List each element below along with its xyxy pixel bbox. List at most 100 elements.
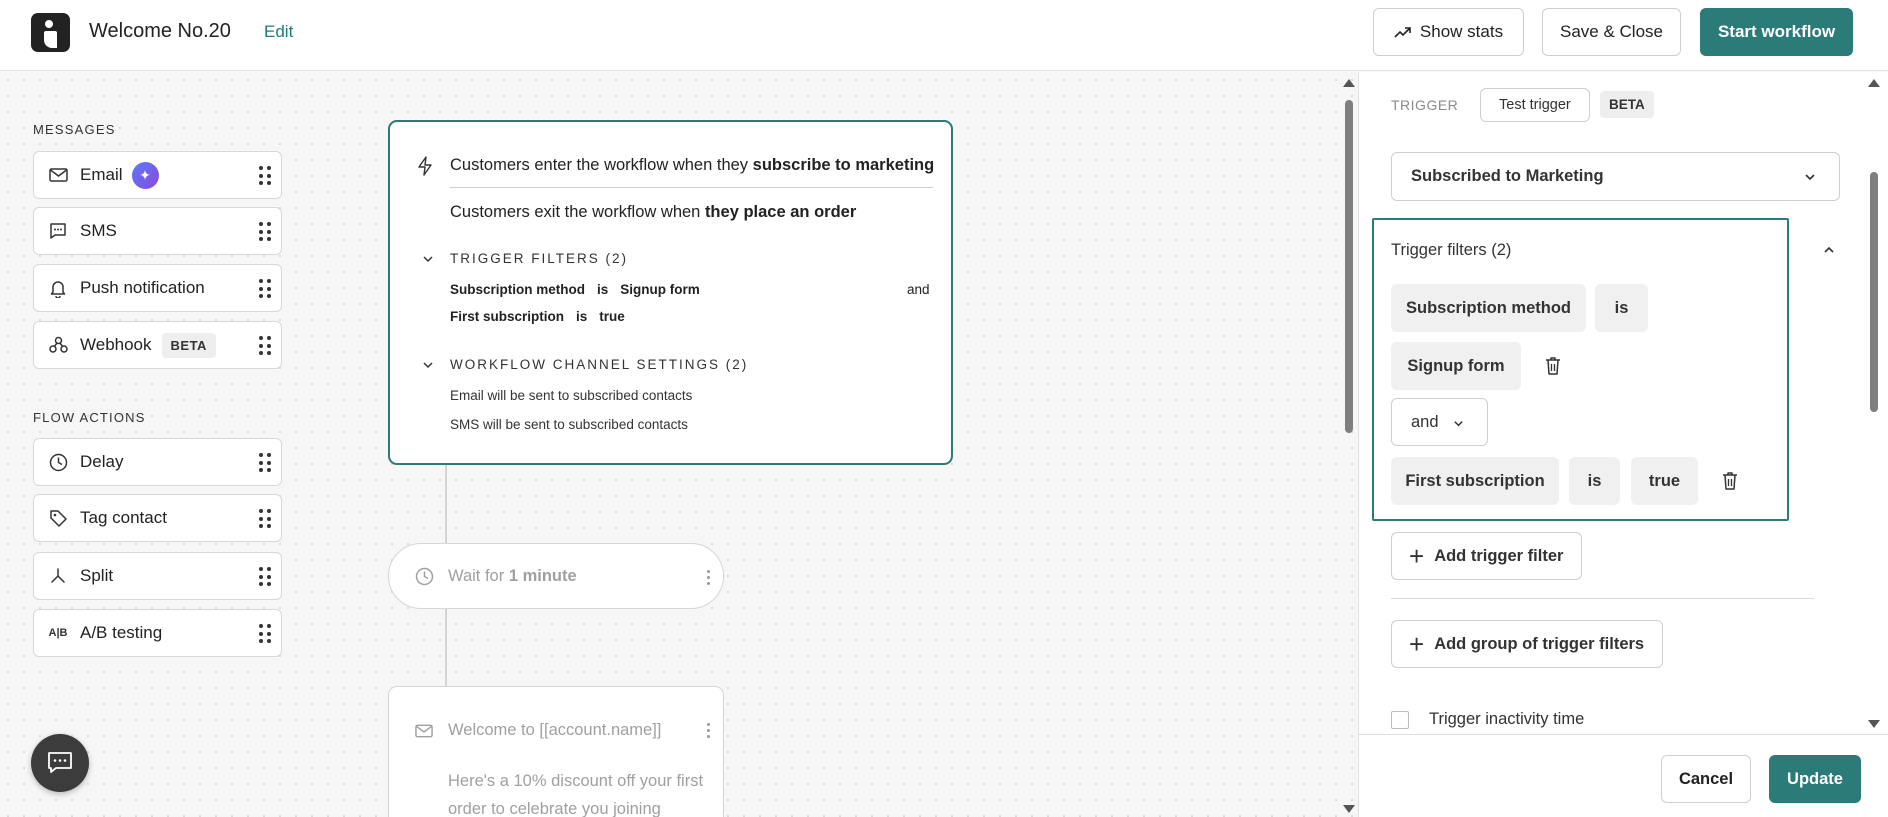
- webhook-icon: [48, 335, 68, 355]
- block-push-notification[interactable]: Push notification: [33, 264, 282, 312]
- block-tag-contact[interactable]: Tag contact: [33, 494, 282, 542]
- wait-node[interactable]: Wait for 1 minute: [388, 543, 724, 609]
- cancel-button[interactable]: Cancel: [1661, 755, 1751, 803]
- canvas-scrollbar[interactable]: [1342, 72, 1356, 817]
- chevron-down-icon: [1454, 421, 1463, 427]
- block-delay[interactable]: Delay: [33, 438, 282, 486]
- filter-operator-chip[interactable]: is: [1595, 284, 1648, 332]
- scrollbar-thumb[interactable]: [1870, 172, 1878, 412]
- panel-footer: Cancel Update: [1359, 734, 1888, 817]
- drag-handle-icon[interactable]: [259, 567, 271, 587]
- add-filter-group-button[interactable]: + Add group of trigger filters: [1391, 620, 1664, 668]
- envelope-icon: [48, 165, 68, 185]
- email-node[interactable]: Welcome to [[account.name]] Here's a 10%…: [388, 686, 724, 817]
- scroll-up-arrow[interactable]: [1343, 79, 1355, 87]
- filter-field-chip[interactable]: First subscription: [1391, 457, 1559, 505]
- block-split[interactable]: Split: [33, 552, 282, 600]
- help-chat-button[interactable]: [31, 734, 89, 792]
- trigger-type-select[interactable]: Subscribed to Marketing: [1391, 152, 1840, 201]
- inactivity-checkbox[interactable]: [1391, 710, 1409, 729]
- trigger-exit-text: Customers exit the workflow when they pl…: [450, 203, 857, 221]
- block-email[interactable]: Email ✦: [33, 151, 282, 199]
- drag-handle-icon[interactable]: [259, 222, 271, 242]
- chevron-down-icon[interactable]: [422, 359, 434, 371]
- scroll-down-arrow[interactable]: [1868, 720, 1880, 728]
- scroll-down-arrow[interactable]: [1343, 805, 1355, 813]
- drag-handle-icon[interactable]: [259, 453, 271, 473]
- trigger-settings-panel: TRIGGER Test trigger BETA Subscribed to …: [1358, 72, 1888, 817]
- block-split-label: Split: [80, 566, 114, 585]
- email-node-title: Welcome to [[account.name]]: [448, 721, 662, 739]
- show-stats-button[interactable]: Show stats: [1373, 8, 1524, 56]
- messages-heading: MESSAGES: [33, 122, 116, 137]
- block-tag-label: Tag contact: [80, 508, 167, 527]
- trigger-node[interactable]: Customers enter the workflow when they s…: [388, 120, 953, 465]
- channel-setting-email: Email will be sent to subscribed contact…: [450, 388, 693, 403]
- more-options-icon[interactable]: [707, 723, 711, 738]
- drag-handle-icon[interactable]: [259, 509, 271, 529]
- workflow-canvas[interactable]: MESSAGES Email ✦ SMS Push notification W…: [0, 72, 1358, 817]
- block-delay-label: Delay: [80, 452, 124, 471]
- top-header: Welcome No.20 Edit Show stats Save & Clo…: [0, 0, 1888, 71]
- clock-icon: [48, 452, 68, 472]
- workflow-title: Welcome No.20: [89, 20, 231, 42]
- test-trigger-button[interactable]: Test trigger: [1480, 88, 1590, 122]
- scroll-up-arrow[interactable]: [1868, 79, 1880, 87]
- chat-icon: [48, 221, 68, 241]
- drag-handle-icon[interactable]: [259, 279, 271, 299]
- ab-icon: A|B: [48, 627, 68, 639]
- plus-icon: +: [1409, 629, 1425, 659]
- block-ab-testing[interactable]: A|B A/B testing: [33, 609, 282, 657]
- more-options-icon[interactable]: [707, 570, 711, 585]
- beta-badge: BETA: [1600, 91, 1654, 118]
- clock-icon: [415, 567, 434, 585]
- drag-handle-icon[interactable]: [259, 166, 271, 186]
- block-sms-label: SMS: [80, 221, 117, 240]
- filter-operator-chip[interactable]: is: [1569, 457, 1620, 505]
- drag-handle-icon[interactable]: [259, 336, 271, 356]
- inactivity-label: Trigger inactivity time: [1429, 710, 1585, 728]
- update-button[interactable]: Update: [1769, 755, 1861, 803]
- scrollbar-thumb[interactable]: [1345, 100, 1353, 433]
- panel-scrollbar[interactable]: [1867, 72, 1881, 732]
- wait-text: Wait for 1 minute: [448, 566, 577, 585]
- email-node-body: Here's a 10% discount off your first ord…: [448, 772, 704, 817]
- lightning-icon: [418, 156, 432, 176]
- block-sms[interactable]: SMS: [33, 207, 282, 255]
- block-webhook[interactable]: Webhook BETA: [33, 321, 282, 369]
- flow-actions-heading: FLOW ACTIONS: [33, 410, 146, 425]
- chevron-up-icon[interactable]: [1822, 243, 1836, 257]
- plus-icon: +: [1409, 541, 1425, 571]
- filter-value-chip[interactable]: true: [1631, 457, 1698, 505]
- block-email-label: Email: [80, 165, 123, 184]
- beta-badge: BETA: [161, 332, 216, 358]
- channel-setting-sms: SMS will be sent to subscribed contacts: [450, 417, 688, 432]
- block-ab-label: A/B testing: [80, 623, 163, 642]
- trending-up-icon: [1394, 27, 1411, 38]
- filter-connector-select[interactable]: and: [1391, 398, 1488, 446]
- trigger-type-value: Subscribed to Marketing: [1411, 167, 1604, 185]
- start-workflow-button[interactable]: Start workflow: [1700, 8, 1853, 56]
- filter-field-chip[interactable]: Subscription method: [1391, 284, 1586, 332]
- tag-icon: [48, 508, 68, 528]
- inactivity-option[interactable]: Trigger inactivity time: [1391, 710, 1584, 729]
- add-filter-group-label: Add group of trigger filters: [1434, 634, 1645, 653]
- drag-handle-icon[interactable]: [259, 624, 271, 644]
- trash-icon[interactable]: [1721, 471, 1739, 491]
- filter-value-chip[interactable]: Signup form: [1391, 342, 1521, 390]
- show-stats-label: Show stats: [1419, 22, 1504, 41]
- trigger-divider: [450, 187, 933, 188]
- edit-title-link[interactable]: Edit: [264, 22, 293, 42]
- chevron-down-icon[interactable]: [422, 253, 434, 265]
- section-divider: [1391, 598, 1814, 599]
- trash-icon[interactable]: [1544, 356, 1562, 376]
- save-close-button[interactable]: Save & Close: [1542, 8, 1681, 56]
- chat-bubble-icon: [48, 752, 72, 773]
- trigger-filter-1: Subscription method is Signup form: [450, 282, 700, 297]
- add-trigger-filter-label: Add trigger filter: [1434, 546, 1564, 565]
- trigger-enter-text: Customers enter the workflow when they s…: [450, 156, 935, 174]
- app-logo[interactable]: [31, 13, 70, 52]
- add-trigger-filter-button[interactable]: + Add trigger filter: [1391, 532, 1583, 580]
- split-icon: [48, 566, 68, 586]
- ai-sparkle-icon[interactable]: ✦: [131, 161, 159, 189]
